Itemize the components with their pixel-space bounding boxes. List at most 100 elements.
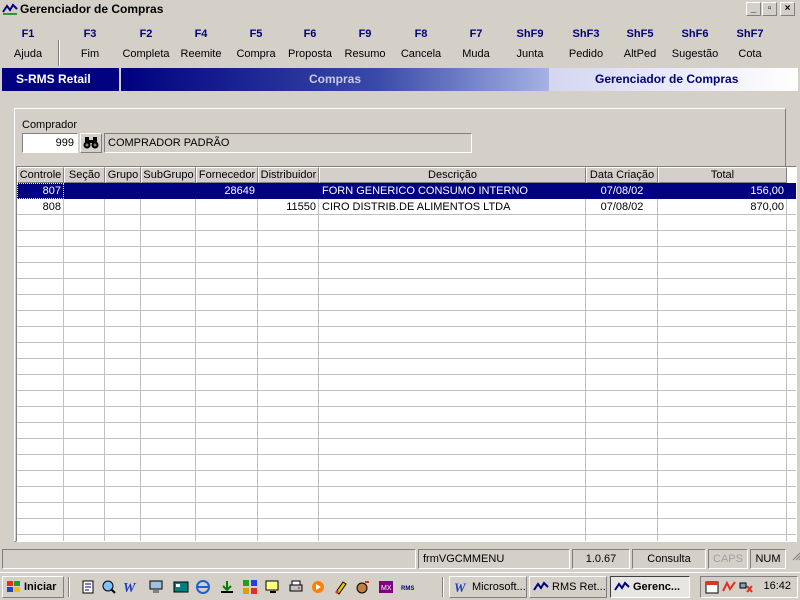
fkey-completa[interactable]: F2 Completa	[118, 18, 174, 64]
fkey-label: Junta	[516, 48, 544, 60]
fkey-compra[interactable]: F5 Compra	[228, 18, 284, 64]
fkey-junta[interactable]: ShF9 Junta	[502, 18, 558, 64]
table-row[interactable]: 807 28649 FORN GENERICO CONSUMO INTERNO …	[17, 183, 796, 199]
grid-row-line	[17, 326, 796, 327]
start-label: Iniciar	[24, 581, 57, 593]
start-button[interactable]: Iniciar	[2, 576, 64, 598]
grid-row-line	[17, 502, 796, 503]
fkey-pedido[interactable]: ShF3 Pedido	[558, 18, 614, 64]
restore-icon: ▫	[767, 3, 772, 14]
fkey-label: Ajuda	[13, 48, 43, 60]
search-comprador-button[interactable]	[80, 133, 102, 153]
fkey-proposta[interactable]: F6 Proposta	[282, 18, 338, 64]
column-header-distribuidor[interactable]: Distribuidor	[258, 167, 319, 183]
antivirus-tray-icon[interactable]	[722, 580, 736, 594]
table-row[interactable]: 808 11550 CIRO DISTRIB.DE ALIMENTOS LTDA…	[17, 199, 796, 215]
column-header-fornecedor[interactable]: Fornecedor	[196, 167, 258, 183]
fkey-label: AltPed	[623, 48, 657, 60]
fkey-ajuda[interactable]: F1 Ajuda	[0, 18, 56, 64]
column-header-secao[interactable]: Seção	[64, 167, 105, 183]
fkey-key: ShF6	[681, 28, 709, 40]
explorer-icon[interactable]	[101, 579, 117, 595]
binoculars-icon	[83, 137, 99, 149]
task-label: Gerenc...	[633, 581, 681, 593]
grid-row-line	[17, 294, 796, 295]
maximize-button[interactable]: ▫	[762, 2, 777, 16]
fkey-fim[interactable]: F3 Fim	[62, 18, 118, 64]
minimize-button[interactable]: _	[746, 2, 761, 16]
grid-column-line	[105, 167, 141, 541]
task-gerenciador[interactable]: Gerenc...	[610, 576, 690, 598]
fkey-cota[interactable]: ShF7 Cota	[722, 18, 778, 64]
grid-row-line	[17, 454, 796, 455]
fkey-label: Pedido	[568, 48, 604, 60]
task-rms-retail[interactable]: RMS Ret...	[529, 576, 607, 598]
window-title: Gerenciador de Compras	[20, 2, 164, 16]
close-button[interactable]: ×	[780, 2, 795, 16]
comprador-code-field[interactable]: 999	[22, 133, 78, 153]
cell-subgrupo	[141, 199, 196, 215]
grid-row-line	[17, 470, 796, 471]
status-version: 1.0.67	[572, 549, 630, 569]
fkey-muda[interactable]: F7 Muda	[448, 18, 504, 64]
grid-column-line	[258, 167, 319, 541]
media-icon[interactable]: MX	[378, 579, 394, 595]
monitor-icon[interactable]	[265, 579, 281, 595]
fkey-key: F5	[249, 28, 263, 40]
module-name: Compras	[121, 68, 549, 91]
column-header-subgrupo[interactable]: SubGrupo	[141, 167, 196, 183]
status-bar: frmVGCMMENU 1.0.67 Consulta CAPS NUM	[0, 548, 800, 570]
word-icon[interactable]: W	[122, 579, 138, 595]
tools-icon[interactable]	[355, 579, 371, 595]
notepad-icon[interactable]	[80, 579, 96, 595]
network-icon[interactable]	[148, 579, 164, 595]
cell-descricao: FORN GENERICO CONSUMO INTERNO	[322, 185, 528, 197]
grid-app-icon[interactable]	[242, 579, 258, 595]
internet-explorer-icon[interactable]	[195, 579, 211, 595]
fkey-key: F3	[83, 28, 97, 40]
rms-app-icon	[2, 3, 18, 15]
fkey-key: F6	[303, 28, 317, 40]
cell-total: 870,00	[750, 201, 784, 213]
fkey-key: ShF9	[516, 28, 544, 40]
calendar-tray-icon[interactable]	[705, 580, 719, 594]
status-caps: CAPS	[708, 549, 748, 569]
paint-icon[interactable]	[333, 579, 349, 595]
fkey-label: Resumo	[344, 48, 386, 60]
column-header-grupo[interactable]: Grupo	[105, 167, 141, 183]
network-disconnected-tray-icon[interactable]	[739, 580, 753, 594]
grid-row-line	[17, 438, 796, 439]
column-header-total[interactable]: Total	[658, 167, 787, 183]
rms-icon[interactable]: RMS	[401, 579, 417, 595]
taskbar: Iniciar W MX RMS W Microsoft... RMS Ret.…	[0, 572, 800, 600]
svg-text:W: W	[454, 580, 467, 594]
grid-column-line	[64, 167, 105, 541]
fkey-resumo[interactable]: F9 Resumo	[337, 18, 393, 64]
grid-row-line	[17, 422, 796, 423]
windows-logo-icon	[7, 581, 20, 592]
desktop-icon[interactable]	[173, 579, 189, 595]
fkey-reemite[interactable]: F4 Reemite	[173, 18, 229, 64]
download-icon[interactable]	[219, 579, 235, 595]
media-player-icon[interactable]	[310, 579, 326, 595]
fkey-altped[interactable]: ShF5 AltPed	[612, 18, 668, 64]
fkey-cancela[interactable]: F8 Cancela	[393, 18, 449, 64]
fkey-sugestao[interactable]: ShF6 Sugestão	[664, 18, 726, 64]
resize-grip-icon[interactable]	[788, 549, 800, 569]
column-header-controle[interactable]: Controle	[17, 167, 64, 183]
fkey-key: ShF7	[736, 28, 764, 40]
taskbar-separator	[442, 577, 444, 597]
purchases-grid[interactable]: Controle Seção Grupo SubGrupo Fornecedor…	[16, 166, 797, 542]
cell-controle: 808	[42, 201, 61, 213]
fkey-key: F4	[194, 28, 208, 40]
grid-row-line	[17, 486, 796, 487]
cell-subgrupo	[141, 183, 196, 199]
printer-icon[interactable]	[288, 579, 304, 595]
svg-text:RMS: RMS	[401, 586, 414, 592]
column-header-descricao[interactable]: Descrição	[319, 167, 586, 183]
grid-row-line	[17, 358, 796, 359]
task-microsoft[interactable]: W Microsoft...	[449, 576, 527, 598]
column-header-data-criacao[interactable]: Data Criação	[586, 167, 658, 183]
task-label: Microsoft...	[472, 581, 526, 593]
cell-total: 156,00	[750, 185, 784, 197]
